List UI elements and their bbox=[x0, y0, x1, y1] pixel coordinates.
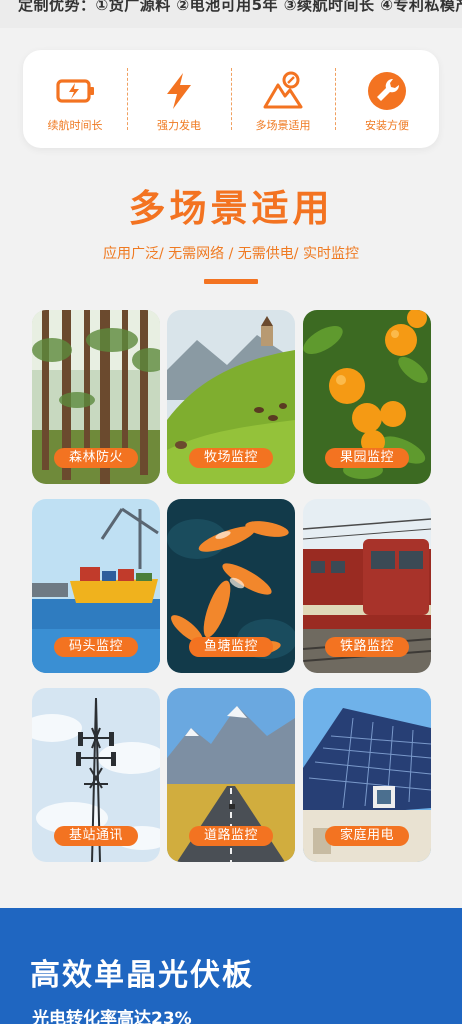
scene-label: 码头监控 bbox=[54, 637, 138, 657]
scene-label: 基站通讯 bbox=[54, 826, 138, 846]
lightning-icon bbox=[158, 70, 200, 112]
pv-section-title: 高效单晶光伏板 bbox=[30, 958, 254, 993]
feature-power: 强力发电 bbox=[127, 50, 231, 148]
scene-label: 铁路监控 bbox=[325, 637, 409, 657]
pv-panel-section: 高效单晶光伏板 光电转化率高达23% bbox=[0, 908, 462, 1024]
section-title: 多场景适用 bbox=[128, 187, 334, 230]
scene-label: 家庭用电 bbox=[325, 826, 409, 846]
feature-label: 强力发电 bbox=[157, 119, 201, 132]
scene-label: 鱼塘监控 bbox=[189, 637, 273, 657]
scene-label: 森林防火 bbox=[54, 448, 138, 468]
wrench-icon bbox=[366, 70, 408, 112]
scene-tile-railway: 铁路监控 bbox=[303, 499, 431, 673]
scene-tile-road: 道路监控 bbox=[167, 688, 295, 862]
scene-tile-pasture: 牧场监控 bbox=[167, 310, 295, 484]
mountain-location-icon bbox=[262, 70, 304, 112]
feature-label: 安装方便 bbox=[365, 119, 409, 132]
scene-tile-forest: 森林防火 bbox=[32, 310, 160, 484]
pv-section-subtitle: 光电转化率高达23% bbox=[32, 1009, 192, 1024]
feature-label: 续航时间长 bbox=[47, 119, 103, 132]
feature-battery-life: 续航时间长 bbox=[23, 50, 127, 148]
scene-label: 牧场监控 bbox=[189, 448, 273, 468]
section-subtitle: 应用广泛/ 无需网络 / 无需供电/ 实时监控 bbox=[103, 246, 359, 262]
title-underline bbox=[204, 279, 258, 284]
scene-label: 果园监控 bbox=[325, 448, 409, 468]
advantages-text: 定制优势：①货广源料 ②电池可用5年 ③续航时间长 ④专利私模产品 bbox=[18, 0, 462, 14]
scene-label: 道路监控 bbox=[189, 826, 273, 846]
scene-tile-dock: 码头监控 bbox=[32, 499, 160, 673]
scene-tile-orchard: 果园监控 bbox=[303, 310, 431, 484]
feature-card: 续航时间长 强力发电 多场景适用 安装方便 bbox=[23, 50, 439, 148]
scene-tile-fishpond: 鱼塘监控 bbox=[167, 499, 295, 673]
scene-tile-home: 家庭用电 bbox=[303, 688, 431, 862]
feature-multi-scene: 多场景适用 bbox=[231, 50, 335, 148]
scene-tile-base-station: 基站通讯 bbox=[32, 688, 160, 862]
feature-easy-install: 安装方便 bbox=[335, 50, 439, 148]
feature-label: 多场景适用 bbox=[255, 119, 311, 132]
battery-icon bbox=[54, 70, 96, 112]
top-advantages-strip: 定制优势：①货广源料 ②电池可用5年 ③续航时间长 ④专利私模产品 bbox=[0, 0, 462, 28]
